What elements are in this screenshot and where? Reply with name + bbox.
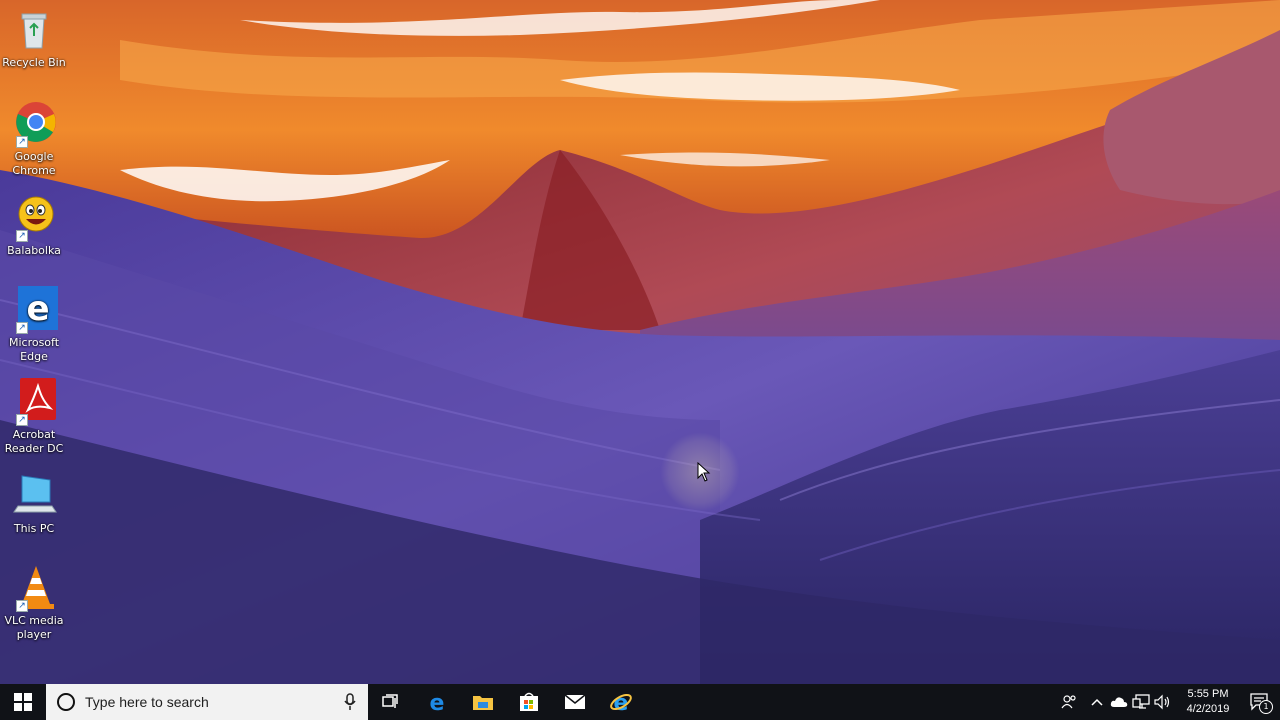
mouse-cursor-icon [697,461,711,486]
shortcut-arrow-icon: ↗ [16,136,28,148]
taskbar-clock[interactable]: 5:55 PM 4/2/2019 [1180,687,1236,717]
clock-date: 4/2/2019 [1186,703,1230,715]
taskbar-mail-button[interactable] [552,684,598,720]
desktop-icon-vlc[interactable]: ↗ VLC media player [2,564,66,642]
desktop-icon-label: Google Chrome [12,150,56,177]
task-view-button[interactable] [368,684,414,720]
shortcut-arrow-icon: ↗ [16,414,28,426]
desktop-icon-label: This PC [13,522,55,535]
svg-text:e: e [26,289,49,329]
desktop-icon-label: Acrobat Reader DC [4,428,64,455]
desktop-icon-recycle-bin[interactable]: Recycle Bin [2,6,66,70]
network-button[interactable] [1130,684,1152,720]
desktop-icon-label: Recycle Bin [2,56,66,69]
show-hidden-icons-button[interactable] [1086,684,1108,720]
people-icon [1061,695,1076,709]
desktop-icon-label: Balabolka [7,244,61,257]
edge-icon: e ↗ [10,286,58,334]
volume-button[interactable] [1152,684,1174,720]
svg-text:e: e [430,691,445,713]
windows-logo-icon [14,693,32,711]
edge-icon: e [430,691,445,713]
task-view-icon [382,694,398,708]
microphone-icon[interactable] [344,693,356,711]
taskbar-internet-explorer-button[interactable]: e [598,684,644,720]
desktop-icon-google-chrome[interactable]: ↗ Google Chrome [2,100,66,178]
wallpaper-art [0,0,1280,684]
shortcut-arrow-icon: ↗ [16,230,28,242]
desktop-icon-label: VLC media player [4,614,64,641]
desktop-icon-balabolka[interactable]: ↗ Balabolka [2,194,66,258]
onedrive-cloud-icon [1110,697,1128,707]
desktop-icon-this-pc[interactable]: This PC [2,472,66,536]
notification-count-badge: 1 [1259,700,1273,714]
start-button[interactable] [0,684,46,720]
desktop-icon-microsoft-edge[interactable]: e ↗ Microsoft Edge [2,286,66,364]
mail-icon [564,694,586,709]
taskbar: Type here to search e e 5:55 PM 4/2/2019… [0,684,1280,720]
chevron-up-icon [1091,698,1103,706]
network-icon [1132,694,1150,709]
chrome-icon: ↗ [10,100,58,148]
recycle-bin-icon [10,6,58,54]
taskbar-search-box[interactable]: Type here to search [46,684,368,720]
volume-icon [1154,694,1170,710]
onedrive-button[interactable] [1108,684,1130,720]
file-explorer-icon [473,696,493,710]
taskbar-edge-button[interactable]: e [414,684,460,720]
search-placeholder: Type here to search [85,694,209,710]
internet-explorer-icon: e [610,691,632,714]
store-icon [520,692,538,711]
shortcut-arrow-icon: ↗ [16,600,28,612]
system-tray: 5:55 PM 4/2/2019 1 [1052,684,1280,720]
desktop-icon-label: Microsoft Edge [8,336,60,363]
balabolka-icon: ↗ [10,194,58,242]
vlc-icon: ↗ [10,564,58,612]
clock-time: 5:55 PM [1187,688,1229,700]
shortcut-arrow-icon: ↗ [16,322,28,334]
this-pc-icon [10,472,58,520]
cortana-icon [57,693,75,711]
action-center-button[interactable]: 1 [1240,684,1280,720]
taskbar-store-button[interactable] [506,684,552,720]
acrobat-icon: ↗ [10,378,58,426]
desktop-icon-acrobat-reader[interactable]: ↗ Acrobat Reader DC [2,378,66,456]
desktop-wallpaper [0,0,1280,684]
people-button[interactable] [1052,684,1086,720]
taskbar-file-explorer-button[interactable] [460,684,506,720]
